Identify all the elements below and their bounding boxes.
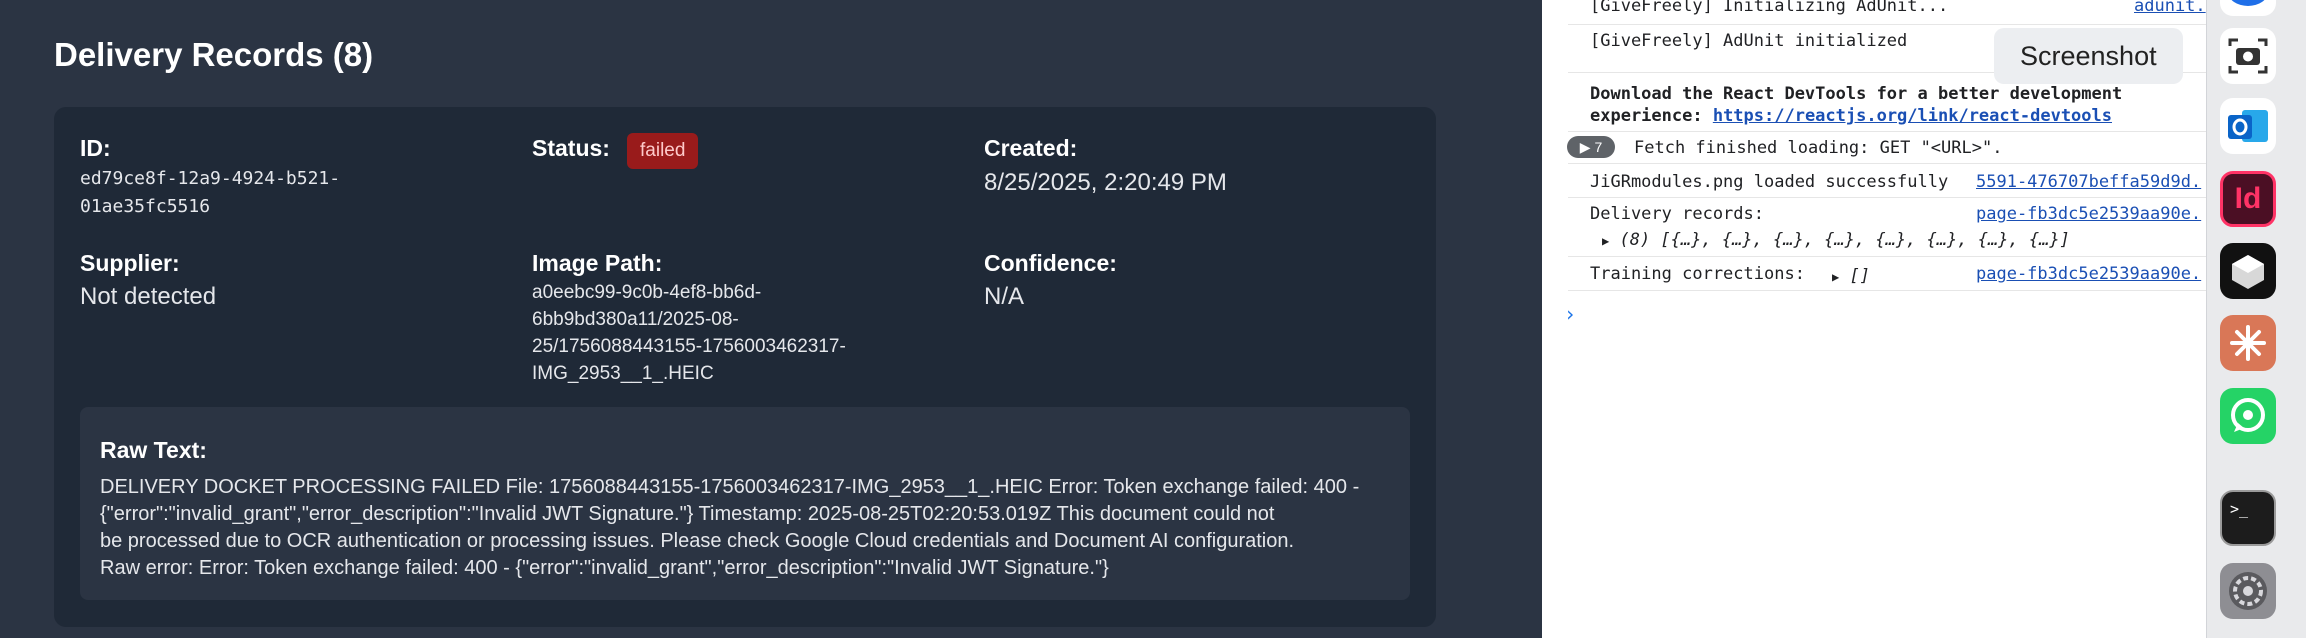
expand-triangle-icon[interactable]: ▶ bbox=[1832, 270, 1839, 284]
macos-dock: Id >_ bbox=[2206, 0, 2306, 638]
console-divider bbox=[1568, 24, 2206, 25]
page-title: Delivery Records (8) bbox=[54, 36, 374, 73]
created-value: 8/25/2025, 2:20:49 PM bbox=[984, 169, 1227, 196]
indesign-label: Id bbox=[2234, 182, 2262, 215]
indesign-icon[interactable]: Id bbox=[2220, 171, 2276, 227]
id-label: ID: bbox=[80, 135, 111, 161]
id-value: ed79ce8f-12a9-4924-b521- 01ae35fc5516 bbox=[80, 165, 340, 221]
supplier-value: Not detected bbox=[80, 283, 217, 310]
console-source-link[interactable]: page-fb3dc5e2539aa90e. bbox=[1976, 204, 2201, 224]
expand-triangle-icon[interactable]: ▶ bbox=[1602, 234, 1609, 248]
screenshot-tooltip: Screenshot bbox=[1994, 28, 2183, 84]
console-source-link[interactable]: 5591-476707beffa59d9d. bbox=[1976, 172, 2201, 192]
status-badge: failed bbox=[627, 133, 699, 169]
console-training-array[interactable]: ▶ [] bbox=[1832, 266, 1870, 286]
console-divider bbox=[1568, 131, 2206, 132]
repeat-count: 7 bbox=[1594, 139, 1603, 155]
devtools-console[interactable]: [GiveFreely] Initializing AdUnit... adun… bbox=[1542, 0, 2206, 638]
terminal-icon[interactable]: >_ bbox=[2220, 490, 2276, 546]
console-prompt-chevron-icon[interactable]: › bbox=[1564, 302, 1576, 326]
id-value-line-2: 01ae35fc5516 bbox=[80, 196, 211, 217]
console-records-value: (8) [{…}, {…}, {…}, {…}, {…}, {…}, {…}, … bbox=[1619, 230, 2070, 250]
image-path-value: a0eebc99-9c0b-4ef8-bb6d- 6bb9bd380a11/20… bbox=[532, 279, 846, 387]
raw-text-line: {"error":"invalid_grant","error_descript… bbox=[100, 503, 1275, 525]
raw-text-content: DELIVERY DOCKET PROCESSING FAILED File: … bbox=[100, 474, 1400, 582]
console-devtools-prefix: experience: bbox=[1590, 106, 1713, 126]
console-devtools-message: Download the React DevTools for a better… bbox=[1590, 84, 2123, 104]
repeat-count-badge: ▶ 7 bbox=[1567, 136, 1615, 158]
screenshot-icon[interactable] bbox=[2220, 28, 2276, 84]
console-training-label: Training corrections: bbox=[1590, 264, 1805, 284]
delivery-record-card: ID: ed79ce8f-12a9-4924-b521- 01ae35fc551… bbox=[54, 107, 1436, 627]
react-devtools-link[interactable]: https://reactjs.org/link/react-devtools bbox=[1713, 106, 2112, 126]
expand-triangle-icon: ▶ bbox=[1579, 139, 1591, 155]
image-path-line: 6bb9bd380a11/2025-08- bbox=[532, 309, 739, 330]
id-value-line-1: ed79ce8f-12a9-4924-b521- bbox=[80, 168, 341, 189]
image-path-line: IMG_2953__1_.HEIC bbox=[532, 363, 714, 384]
image-path-line: 25/1756088443155-1756003462317- bbox=[532, 336, 846, 357]
console-source-link[interactable]: page-fb3dc5e2539aa90e. bbox=[1976, 264, 2201, 284]
console-records-array[interactable]: ▶ (8) [{…}, {…}, {…}, {…}, {…}, {…}, {…}… bbox=[1602, 230, 2070, 250]
console-devtools-message-line2: experience: https://reactjs.org/link/rea… bbox=[1590, 106, 2112, 126]
raw-text-label: Raw Text: bbox=[100, 437, 207, 463]
system-settings-icon[interactable] bbox=[2220, 563, 2276, 619]
perplexity-icon[interactable] bbox=[2220, 243, 2276, 299]
console-source-link[interactable]: adunit. bbox=[2134, 0, 2206, 16]
raw-text-line: Raw error: Error: Token exchange failed:… bbox=[100, 557, 1109, 579]
confidence-label: Confidence: bbox=[984, 250, 1117, 276]
outlook-icon[interactable] bbox=[2220, 98, 2276, 154]
console-divider bbox=[1568, 290, 2206, 291]
image-path-label: Image Path: bbox=[532, 250, 663, 276]
console-divider bbox=[1568, 197, 2206, 198]
image-path-line: a0eebc99-9c0b-4ef8-bb6d- bbox=[532, 282, 762, 303]
messages-icon[interactable] bbox=[2220, 0, 2276, 16]
delivery-records-page: Delivery Records (8) ID: ed79ce8f-12a9-4… bbox=[0, 0, 1516, 638]
console-training-value: [] bbox=[1849, 266, 1870, 286]
confidence-value: N/A bbox=[984, 283, 1025, 310]
raw-text-line: be processed due to OCR authentication o… bbox=[100, 530, 1295, 552]
console-png-line: JiGRmodules.png loaded successfully bbox=[1590, 172, 1949, 192]
console-divider bbox=[1568, 163, 2206, 164]
whatsapp-icon[interactable] bbox=[2220, 388, 2276, 444]
raw-text-line: DELIVERY DOCKET PROCESSING FAILED File: … bbox=[100, 476, 1360, 498]
supplier-label: Supplier: bbox=[80, 250, 180, 276]
claude-icon[interactable] bbox=[2220, 315, 2276, 371]
created-label: Created: bbox=[984, 135, 1078, 161]
raw-text-panel: Raw Text: DELIVERY DOCKET PROCESSING FAI… bbox=[80, 407, 1410, 600]
console-divider bbox=[1568, 256, 2206, 257]
status-label: Status: bbox=[532, 135, 610, 161]
console-log-initializing: [GiveFreely] Initializing AdUnit... bbox=[1590, 0, 1949, 16]
console-fetch-line: Fetch finished loading: GET "<URL>". bbox=[1634, 138, 2003, 158]
console-log-initialized: [GiveFreely] AdUnit initialized bbox=[1590, 31, 1908, 51]
terminal-label: >_ bbox=[2230, 500, 2249, 518]
console-records-label: Delivery records: bbox=[1590, 204, 1764, 224]
